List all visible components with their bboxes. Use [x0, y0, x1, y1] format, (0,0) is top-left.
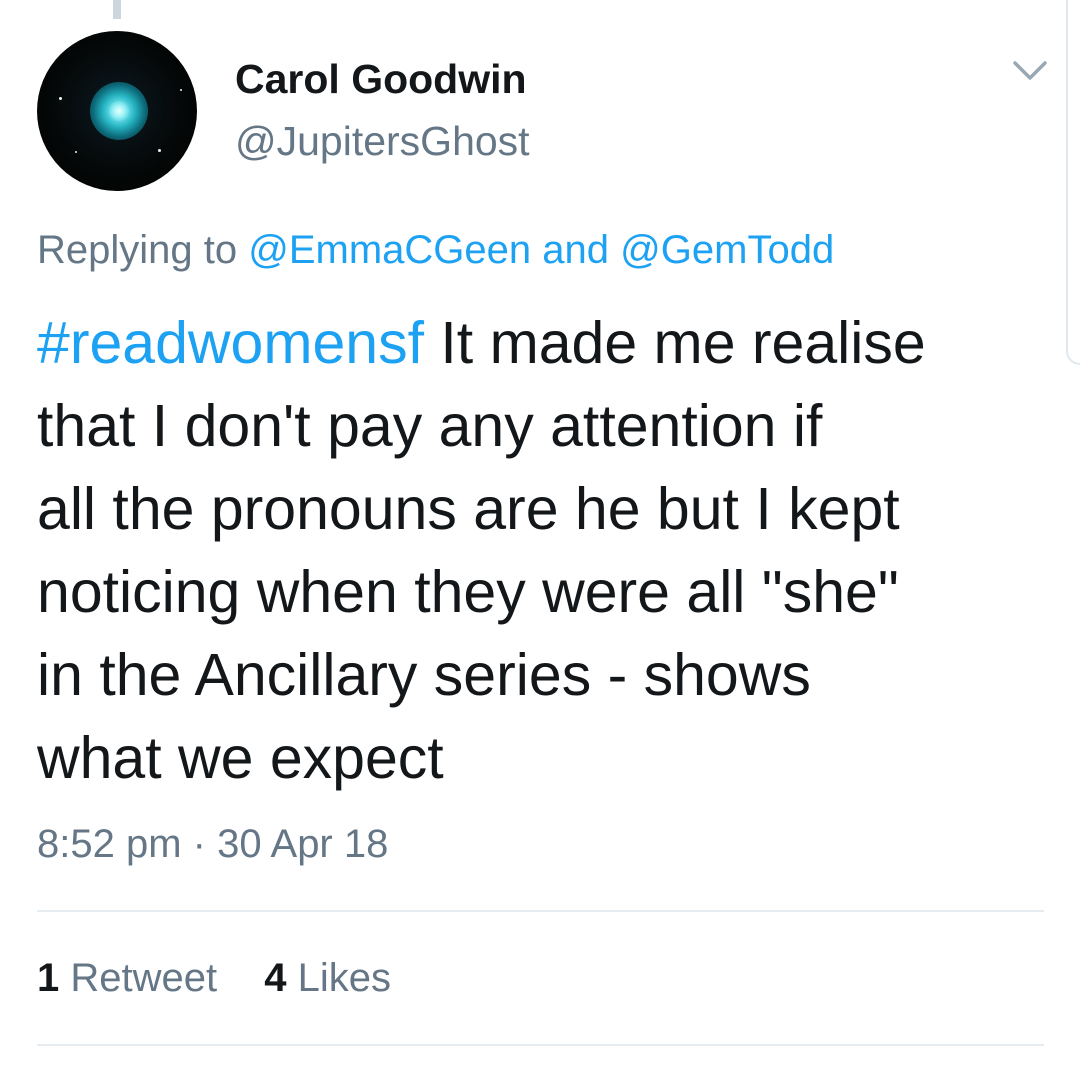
nebula-core	[109, 101, 129, 121]
tweet-detail-page: Carol Goodwin @JupitersGhost Replying to…	[0, 0, 1080, 1069]
timestamp-separator: ·	[192, 822, 206, 866]
star	[75, 151, 77, 153]
likes-count: 4	[264, 956, 287, 1000]
replying-to-conjunction: and	[542, 228, 610, 272]
tweet-line: in the Ancillary series - shows	[37, 642, 811, 708]
replying-to-label: Replying to	[37, 228, 238, 272]
tweet-line: what we expect	[37, 725, 444, 791]
chevron-down-icon[interactable]	[1010, 56, 1050, 86]
likes-stat[interactable]: 4 Likes	[264, 956, 391, 1000]
retweets-stat[interactable]: 1 Retweet	[37, 956, 217, 1000]
tweet-text-fragment: It made me realise	[424, 310, 926, 376]
tweet-date: 30 Apr 18	[217, 822, 389, 866]
retweets-label: Retweet	[70, 956, 218, 1000]
star	[180, 89, 182, 91]
author-handle[interactable]: @JupitersGhost	[235, 118, 530, 165]
tweet-line: that I don't pay any attention if	[37, 393, 823, 459]
tweet-line: noticing when they were all "she"	[37, 559, 899, 625]
mention-link[interactable]: @GemTodd	[620, 228, 834, 272]
star	[59, 97, 62, 100]
avatar[interactable]	[37, 31, 197, 191]
divider	[37, 1044, 1044, 1046]
engagement-stats: 1 Retweet 4 Likes	[37, 956, 427, 1001]
scrollbar-edge	[1066, 0, 1080, 365]
likes-label: Likes	[297, 956, 392, 1000]
mention-link[interactable]: @EmmaCGeen	[248, 228, 531, 272]
hashtag-link[interactable]: #readwomensf	[37, 310, 424, 376]
tweet-text: #readwomensf It made me realise that I d…	[37, 302, 1047, 800]
replying-to-line: Replying to @EmmaCGeen and @GemTodd	[37, 228, 834, 273]
thread-connector-line	[113, 0, 121, 19]
divider	[37, 910, 1044, 912]
retweets-count: 1	[37, 956, 60, 1000]
tweet-time: 8:52 pm	[37, 822, 182, 866]
author-name[interactable]: Carol Goodwin	[235, 56, 527, 103]
tweet-line: all the pronouns are he but I kept	[37, 476, 900, 542]
tweet-timestamp[interactable]: 8:52 pm · 30 Apr 18	[37, 822, 388, 867]
star	[158, 149, 161, 152]
tweet-line: #readwomensf It made me realise	[37, 302, 1047, 385]
